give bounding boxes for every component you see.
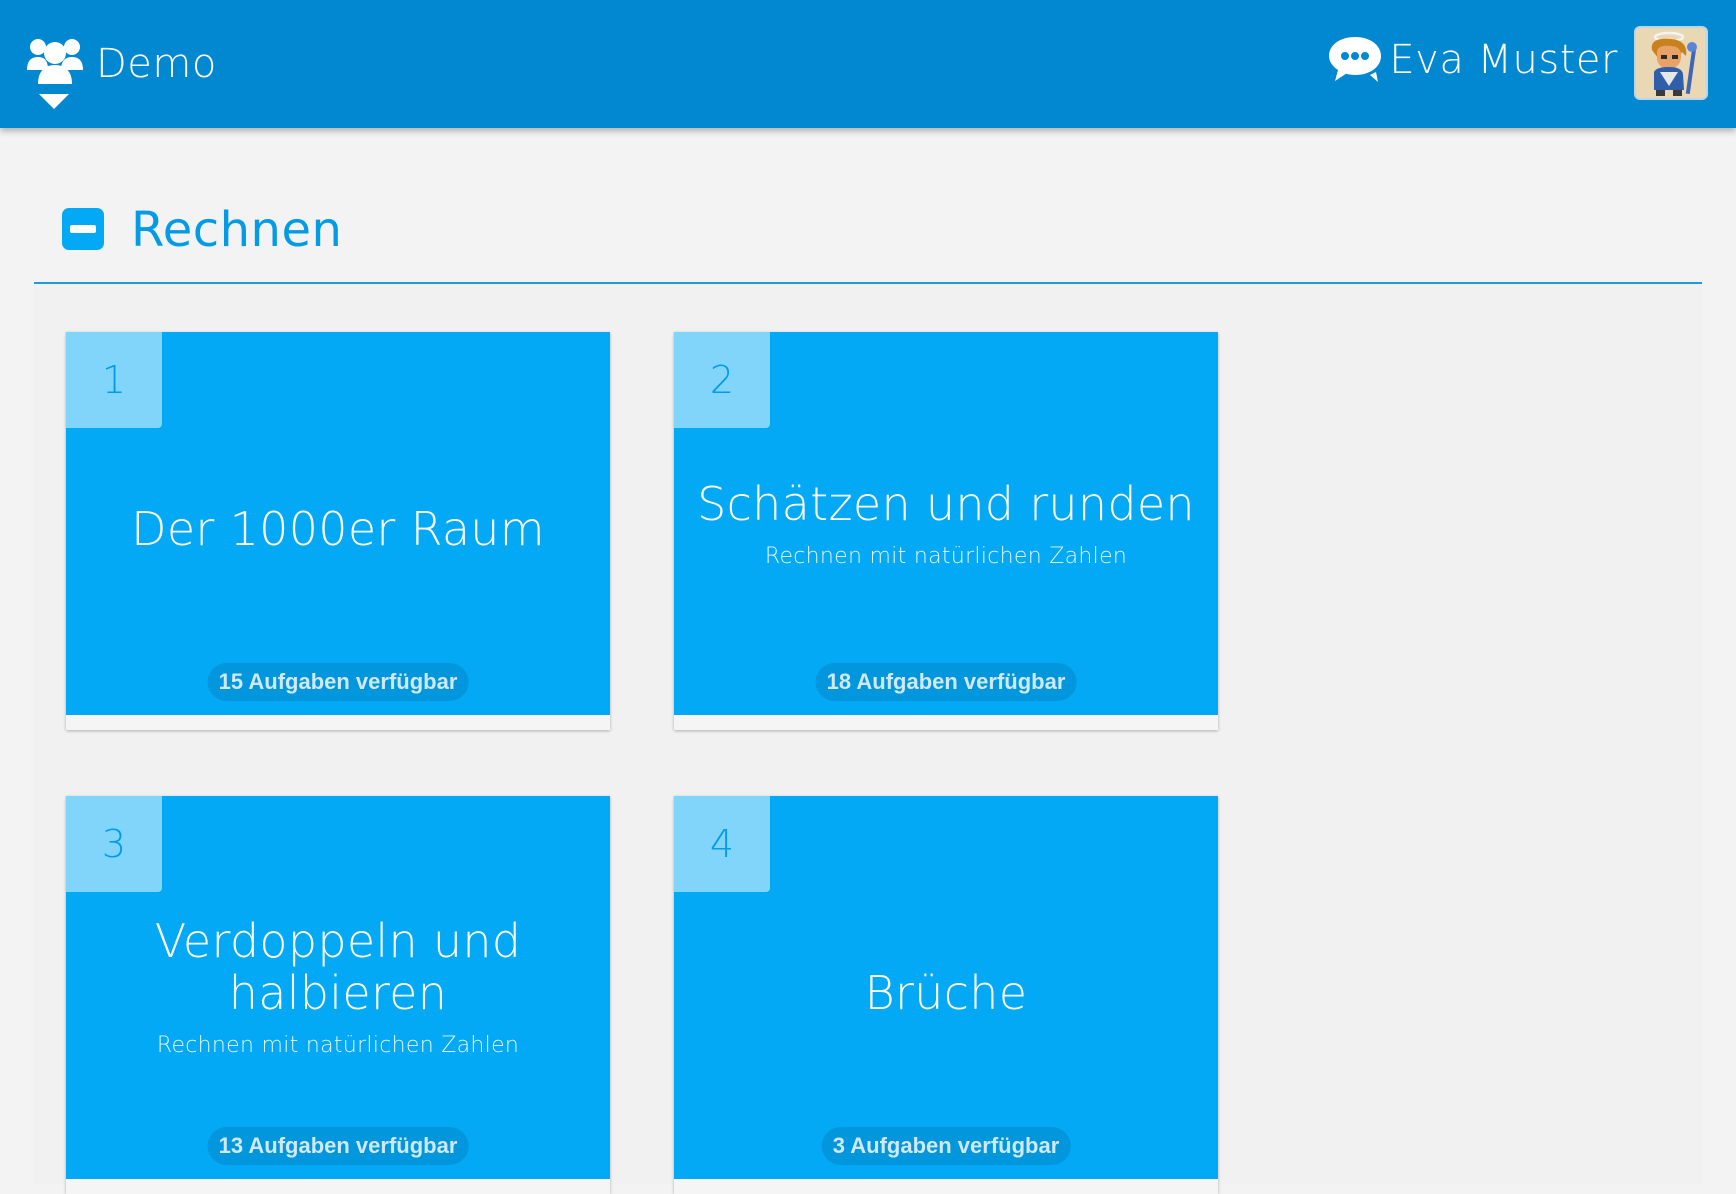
avatar[interactable] (1634, 26, 1708, 100)
card-number: 3 (66, 796, 162, 892)
chat-button[interactable] (1326, 35, 1384, 85)
card-subtitle: Rechnen mit natürlichen Zahlen (156, 1033, 520, 1058)
topic-card-1[interactable]: 1 Der 1000er Raum 15 Aufgaben verfügbar (66, 332, 610, 730)
topic-card-2[interactable]: 2 Schätzen und runden Rechnen mit natürl… (674, 332, 1218, 730)
card-text: Verdoppeln und halbieren Rechnen mit nat… (66, 915, 610, 1061)
card-title: Der 1000er Raum (131, 502, 545, 556)
section-title: Rechnen (131, 202, 343, 258)
card-face: 3 Verdoppeln und halbieren Rechnen mit n… (66, 796, 610, 1179)
card-number: 2 (674, 332, 770, 428)
card-text: Schätzen und runden Rechnen mit natürlic… (674, 478, 1218, 572)
card-title: Brüche (864, 966, 1028, 1020)
card-number: 4 (674, 796, 770, 892)
group-name[interactable]: Demo (96, 36, 217, 92)
topic-card-4[interactable]: 4 Brüche 3 Aufgaben verfügbar (674, 796, 1218, 1194)
task-count-badge: 3 Aufgaben verfügbar (821, 1127, 1071, 1165)
task-count-badge: 13 Aufgaben verfügbar (207, 1127, 469, 1165)
card-subtitle: Rechnen mit natürlichen Zahlen (764, 544, 1128, 569)
task-count-badge: 15 Aufgaben verfügbar (207, 663, 469, 701)
card-face: 1 Der 1000er Raum 15 Aufgaben verfügbar (66, 332, 610, 715)
topic-card-3[interactable]: 3 Verdoppeln und halbieren Rechnen mit n… (66, 796, 610, 1194)
chat-bubble-icon (1329, 37, 1381, 82)
minus-square-icon (70, 225, 96, 233)
section-collapse-toggle[interactable] (62, 208, 104, 250)
card-face: 2 Schätzen und runden Rechnen mit natürl… (674, 332, 1218, 715)
card-face: 4 Brüche 3 Aufgaben verfügbar (674, 796, 1218, 1179)
card-title-line-1: Verdoppeln und (154, 914, 522, 968)
card-title-line-2: halbieren (228, 966, 448, 1020)
card-title: Schätzen und runden (697, 477, 1195, 531)
caret-down-icon (39, 94, 69, 109)
group-switcher[interactable] (26, 34, 86, 112)
avatar-character-image (1636, 28, 1706, 98)
card-text: Der 1000er Raum (66, 503, 610, 555)
card-text: Brüche (674, 967, 1218, 1019)
task-count-badge: 18 Aufgaben verfügbar (815, 663, 1077, 701)
card-number: 1 (66, 332, 162, 428)
user-name[interactable]: Eva Muster (1389, 32, 1618, 88)
top-app-bar: Demo Eva Muster (0, 0, 1736, 128)
